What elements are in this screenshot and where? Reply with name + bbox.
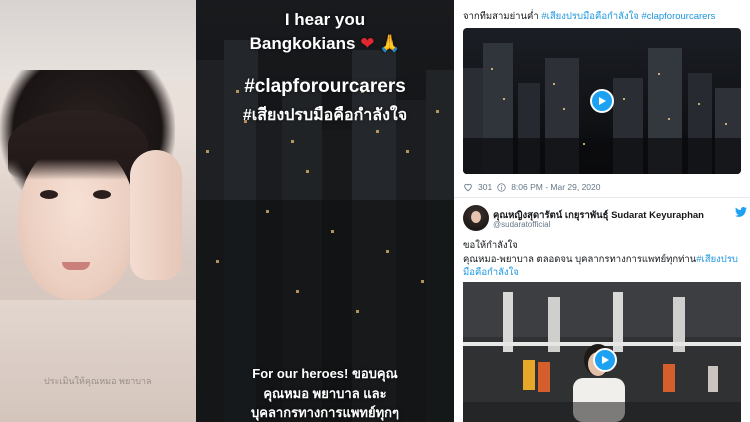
story-subheadline: Bangkokians ❤ 🙏 <box>196 34 454 54</box>
story-footer-line2: คุณหมอ พยาบาล และ <box>263 386 387 401</box>
night-city-skyline <box>196 40 454 422</box>
tweet2-video[interactable] <box>463 282 741 422</box>
story-hashtag-thai: #เสียงปรบมือคือกำลังใจ <box>242 107 408 124</box>
tweet1-play-button[interactable] <box>590 89 614 113</box>
story-panel: I hear you Bangkokians ❤ 🙏 #clapforourca… <box>196 0 454 422</box>
tweet2-play-button[interactable] <box>593 348 617 372</box>
story-footer-line3: บุคลากรทางการแพทย์ทุกๆ <box>251 405 399 420</box>
praying-hands-icon: 🙏 <box>379 34 401 53</box>
story-subheadline-text: Bangkokians <box>249 34 356 53</box>
selfie-video-panel: ประเมินให้คุณหมอ พยาบาล <box>0 0 196 422</box>
bangs <box>8 110 148 180</box>
story-headline: I hear you <box>284 10 366 29</box>
story-hashtag-english: #clapforourcarers <box>244 76 406 97</box>
tweet-divider <box>454 197 750 198</box>
heart-icon: ❤ <box>360 34 375 53</box>
mouth <box>62 262 90 270</box>
tweet2-body-line3: มือคือกำลังใจ <box>463 265 519 280</box>
tweet1-hashtag-english[interactable]: #clapforourcarers <box>641 11 715 22</box>
tweet1-meta: 301 8:06 PM - Mar 29, 2020 <box>463 182 600 192</box>
tweet1-hashtag-thai[interactable]: #เสียงปรบมือคือกำลังใจ <box>541 11 638 22</box>
tweet1-text: จากทีมสามย่านค่ำ #เสียงปรบมือคือกำลังใจ … <box>463 9 715 24</box>
tweet2-hashtag-start[interactable]: #เสียงปรบ <box>696 254 738 265</box>
tweet2-body-line1: ขอให้กำลังใจ <box>463 240 518 251</box>
right-eye <box>93 190 111 199</box>
story-footer-line1: For our heroes! ขอบคุณ <box>252 366 398 381</box>
tweet1-video[interactable] <box>463 28 741 174</box>
twitter-bird-icon[interactable] <box>735 207 747 217</box>
play-icon <box>599 97 606 105</box>
play-icon <box>602 356 609 364</box>
avatar[interactable] <box>463 205 489 231</box>
shirt <box>0 300 196 422</box>
tweet1-like-count[interactable]: 301 <box>478 182 492 192</box>
heart-outline-icon[interactable] <box>463 182 473 192</box>
tweet2-hashtag-end[interactable]: มือคือกำลังใจ <box>463 267 519 278</box>
tweets-panel: จากทีมสามย่านค่ำ #เสียงปรบมือคือกำลังใจ … <box>454 0 750 422</box>
video-caption: ประเมินให้คุณหมอ พยาบาล <box>44 376 152 386</box>
tweet2-body-line2-text: คุณหมอ-พยาบาล ตลอดจน บุคลากรทางการแพทย์ท… <box>463 254 697 265</box>
left-eye <box>40 190 58 199</box>
waving-hand <box>130 150 182 280</box>
tweet1-timestamp[interactable]: 8:06 PM - Mar 29, 2020 <box>511 182 600 192</box>
info-icon[interactable] <box>497 182 506 192</box>
tweet2-handle[interactable]: @sudaratofficial <box>493 220 550 229</box>
background-wall <box>0 0 196 80</box>
avatar-face <box>471 211 481 223</box>
tweet1-text-prefix: จากทีมสามย่านค่ำ <box>463 11 539 22</box>
